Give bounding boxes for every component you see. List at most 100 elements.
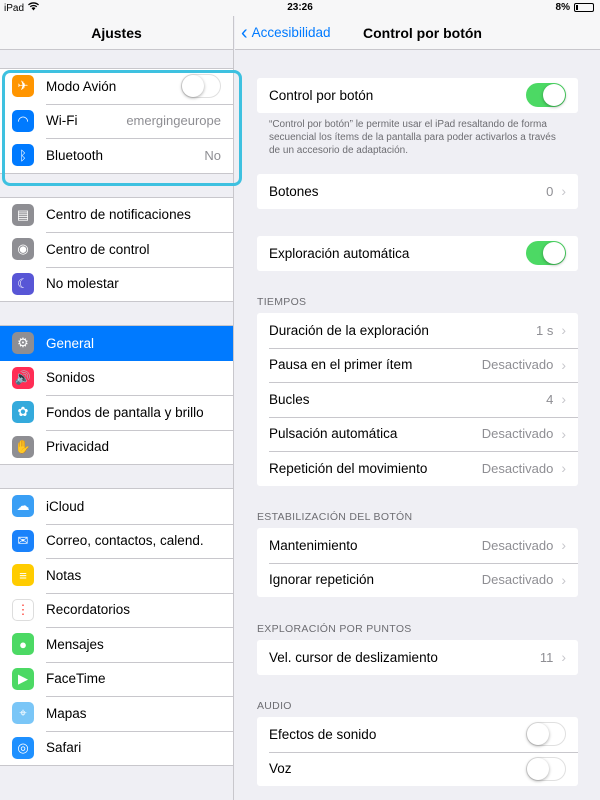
tiempos-value: 1 s	[535, 322, 554, 338]
tiempos-row[interactable]: Bucles 4 ›	[257, 382, 578, 417]
puntos-value: 11	[539, 649, 554, 665]
tiempos-value: 4	[546, 391, 554, 407]
sidebar-groups: ✈ Modo Avión ◠ Wi-Fi emergingeurope ᛒ Bluetoot…	[0, 68, 233, 766]
tiempos-group: Duración de la exploración 1 s › Pausa en e…	[257, 313, 578, 486]
sidebar-item[interactable]: ◠ Wi-Fi emergingeurope	[0, 103, 233, 139]
sidebar-item[interactable]: ▤ Centro de notificaciones	[0, 198, 233, 233]
tiempos-label: Duración de la exploración	[269, 322, 429, 338]
chevron-right-icon: ›	[561, 425, 566, 442]
estabilizacion-row[interactable]: Ignorar repetición Desactivado ›	[257, 562, 578, 598]
sidebar-item-label: Correo, contactos, calend.	[46, 533, 204, 549]
auto-scan-group: Exploración automática	[257, 236, 578, 271]
airplane-icon: ✈	[12, 75, 34, 98]
tiempos-header: TIEMPOS	[257, 296, 307, 308]
sidebar-item-label: Wi-Fi	[46, 113, 78, 129]
sidebar-item-label: Recordatorios	[46, 602, 131, 618]
estabilizacion-row[interactable]: Mantenimiento Desactivado ›	[257, 528, 578, 563]
sidebar-item-label: Mapas	[46, 705, 87, 721]
switch-control-group: Control por botón	[257, 78, 578, 113]
chevron-right-icon: ›	[561, 460, 566, 477]
tiempos-row[interactable]: Duración de la exploración 1 s ›	[257, 313, 578, 348]
audio-group: Efectos de sonido Voz	[257, 717, 578, 786]
puntos-row[interactable]: Vel. cursor de deslizamiento 11 ›	[257, 640, 578, 675]
switch-control-description: “Control por botón” le permite usar el i…	[269, 119, 556, 156]
audio-header: AUDIO	[257, 700, 292, 712]
sidebar-item[interactable]: ⋮ Recordatorios	[0, 592, 233, 628]
tiempos-label: Bucles	[269, 391, 310, 407]
sidebar-item-label: Sonidos	[46, 370, 95, 386]
hand-icon: ✋	[12, 435, 34, 458]
sidebar-item[interactable]: ▶ FaceTime	[0, 661, 233, 697]
chevron-left-icon: ‹	[241, 22, 248, 44]
botones-group: Botones 0 ›	[257, 174, 578, 209]
audio-label: Voz	[269, 761, 292, 777]
sidebar-item-label: Bluetooth	[46, 147, 104, 163]
tiempos-row[interactable]: Pausa en el primer ítem Desactivado ›	[257, 347, 578, 383]
sidebar-item[interactable]: ≡ Notas	[0, 558, 233, 593]
tiempos-row[interactable]: Pulsación automática Desactivado ›	[257, 416, 578, 452]
battery-icon	[574, 3, 594, 12]
settings-group: ✈ Modo Avión ◠ Wi-Fi emergingeurope ᛒ Bluetoot…	[0, 68, 233, 174]
sidebar-item-label: Fondos de pantalla y brillo	[46, 404, 204, 420]
sidebar-item[interactable]: ᛒ Bluetooth No	[0, 138, 233, 173]
sidebar-item[interactable]: ✋ Privacidad	[0, 429, 233, 465]
sidebar-item-label: iCloud	[46, 498, 85, 514]
chevron-right-icon: ›	[561, 391, 566, 408]
notifications-icon: ▤	[12, 203, 34, 226]
auto-scan-row[interactable]: Exploración automática	[257, 236, 578, 271]
sidebar-item-label: Modo Avión	[46, 78, 117, 94]
botones-row[interactable]: Botones 0 ›	[257, 174, 578, 209]
auto-scan-label: Exploración automática	[269, 245, 410, 261]
tiempos-row[interactable]: Repetición del movimiento Desactivado ›	[257, 451, 578, 486]
status-bar: iPad 23:26 8%	[0, 0, 600, 16]
estabilizacion-value: Desactivado	[481, 572, 554, 588]
sidebar-item[interactable]: ⌖ Mapas	[0, 696, 233, 731]
audio-row[interactable]: Efectos de sonido	[257, 717, 578, 752]
puntos-header: EXPLORACIÓN POR PUNTOS	[257, 623, 412, 635]
status-time: 23:26	[287, 2, 313, 13]
maps-icon: ⌖	[12, 702, 34, 725]
settings-sidebar: Ajustes ✈ Modo Avión ◠ Wi-Fi emergingeurope ᛒ…	[0, 16, 234, 800]
status-right: 8%	[556, 2, 594, 13]
safari-icon: ◎	[12, 736, 34, 759]
wifi-icon: ◠	[12, 109, 34, 132]
switch-control-label: Control por botón	[269, 87, 374, 103]
sidebar-item-label: Privacidad	[46, 439, 110, 455]
sidebar-item[interactable]: ● Mensajes	[0, 627, 233, 662]
sidebar-item[interactable]: ☁ iCloud	[0, 489, 233, 524]
gear-icon: ⚙	[12, 332, 34, 355]
puntos-label: Vel. cursor de deslizamiento	[269, 649, 438, 665]
sidebar-item[interactable]: ✿ Fondos de pantalla y brillo	[0, 395, 233, 430]
chevron-right-icon: ›	[561, 649, 566, 666]
sidebar-item[interactable]: 🔊 Sonidos	[0, 361, 233, 396]
audio-toggle[interactable]	[526, 756, 566, 781]
tiempos-value: Desactivado	[481, 426, 554, 442]
auto-scan-toggle[interactable]	[526, 241, 566, 266]
notes-icon: ≡	[12, 564, 34, 587]
sidebar-item-label: Centro de control	[46, 241, 150, 257]
switch-control-row[interactable]: Control por botón	[257, 78, 578, 113]
sidebar-item-label: No molestar	[46, 276, 119, 292]
messages-icon: ●	[12, 633, 34, 656]
switch-control-toggle[interactable]	[526, 83, 566, 108]
sidebar-item-label: Notas	[46, 567, 82, 583]
sidebar-item[interactable]: ⚙ General	[0, 326, 233, 361]
back-button[interactable]: ‹ Accesibilidad	[241, 16, 330, 50]
sidebar-item[interactable]: ✉ Correo, contactos, calend.	[0, 523, 233, 559]
sidebar-item[interactable]: ◉ Centro de control	[0, 232, 233, 267]
botones-value: 0	[546, 183, 554, 199]
audio-row[interactable]: Voz	[257, 751, 578, 787]
moon-icon: ☾	[12, 272, 34, 295]
airplane-mode-toggle[interactable]	[181, 74, 221, 99]
estabilizacion-label: Mantenimiento	[269, 537, 358, 553]
sidebar-item[interactable]: ☾ No molestar	[0, 266, 233, 302]
sidebar-item-label: Safari	[46, 740, 82, 756]
audio-toggle[interactable]	[526, 722, 566, 747]
tiempos-value: Desactivado	[481, 460, 554, 476]
sidebar-item[interactable]: ✈ Modo Avión	[0, 69, 233, 104]
sidebar-item-label: Mensajes	[46, 636, 104, 652]
puntos-group: Vel. cursor de deslizamiento 11 ›	[257, 640, 578, 675]
tiempos-value: Desactivado	[481, 357, 554, 373]
sidebar-item[interactable]: ◎ Safari	[0, 730, 233, 766]
estabilizacion-value: Desactivado	[481, 537, 554, 553]
